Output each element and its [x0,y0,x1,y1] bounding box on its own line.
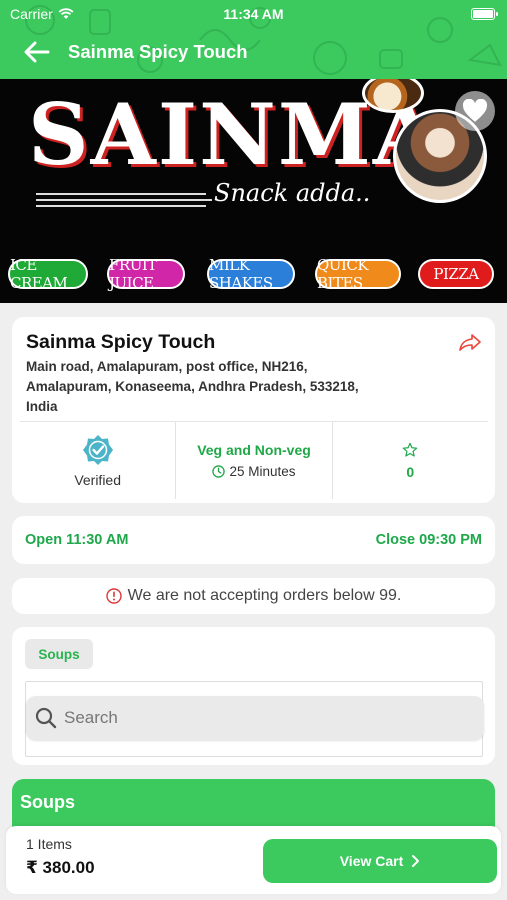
cart-bar: 1 Items ₹ 380.00 View Cart [6,826,501,894]
chip-quick-bites: QUICK BITES [315,256,401,292]
view-cart-label: View Cart [339,853,404,869]
back-button[interactable] [14,30,60,74]
clock: 11:34 AM [223,6,284,22]
open-time: Open 11:30 AM [25,532,129,548]
status-bar: Carrier 11:34 AM [0,0,507,26]
rating-value: 0 [406,463,415,480]
arrow-left-icon [24,41,50,63]
cart-total: ₹ 380.00 [26,858,95,877]
clock-icon [212,465,226,478]
share-button[interactable] [459,333,481,356]
verified-label: Verified [74,471,122,488]
search-icon [35,707,57,729]
shop-name: Sainma Spicy Touch [26,331,216,353]
chevron-right-icon [412,855,420,867]
opening-hours-card: Open 11:30 AM Close 09:30 PM [12,516,495,564]
address-line: Main road, Amalapuram, post office, NH21… [26,359,308,374]
shop-stats: Verified Veg and Non-veg 25 Minutes 0 [20,421,488,499]
food-type: Veg and Non-veg [197,442,311,458]
cart-item-count: 1 Items [26,836,72,852]
chip-milk-shakes: MILK SHAKES [207,256,295,292]
view-cart-button[interactable]: View Cart [263,839,497,883]
address-line: India [26,399,58,414]
banner-category-chips: ICE CREAM FRUIT JUICE MILK SHAKES QUICK … [0,256,507,292]
banner-tagline: Snack adda.. [214,179,371,207]
search-container [25,681,484,757]
search-input[interactable] [64,708,444,728]
heart-icon [462,99,488,122]
category-chip-soups[interactable]: Soups [25,639,93,669]
rating-stat: 0 [331,422,488,499]
delivery-time: 25 Minutes [212,464,296,479]
menu-filter-card: Soups [12,627,495,765]
chip-pizza: PIZZA [418,259,494,289]
info-icon [105,588,122,604]
close-time: Close 09:30 PM [375,532,482,548]
address-line: Amalapuram, Konaseema, Andhra Pradesh, 5… [26,379,359,394]
star-icon [403,442,418,457]
battery-icon [471,8,498,20]
page-title: Sainma Spicy Touch [68,41,248,62]
minimum-order-notice: We are not accepting orders below 99. [12,578,495,614]
verified-badge-icon [82,434,113,465]
verified-stat: Verified [20,422,175,499]
food-type-stat: Veg and Non-veg 25 Minutes [175,422,331,499]
shop-address: Main road, Amalapuram, post office, NH21… [26,357,406,417]
share-icon [459,334,481,351]
shop-banner: SAINMA Snack adda.. ICE CREAM FRUIT JUIC… [0,79,507,303]
favorite-button[interactable] [455,91,495,131]
notice-text: We are not accepting orders below 99. [127,587,402,604]
nav-bar: Sainma Spicy Touch [0,30,507,74]
shop-info-card: Sainma Spicy Touch Main road, Amalapuram… [12,317,495,503]
top-bar: Carrier 11:34 AM Sainma Spicy Touch [0,0,507,79]
chip-fruit-juice: FRUIT JUICE [107,256,185,292]
chip-ice-cream: ICE CREAM [8,256,88,292]
search-bar[interactable] [26,696,484,740]
section-header-soups: Soups [12,779,495,827]
delivery-time-label: 25 Minutes [229,464,296,479]
